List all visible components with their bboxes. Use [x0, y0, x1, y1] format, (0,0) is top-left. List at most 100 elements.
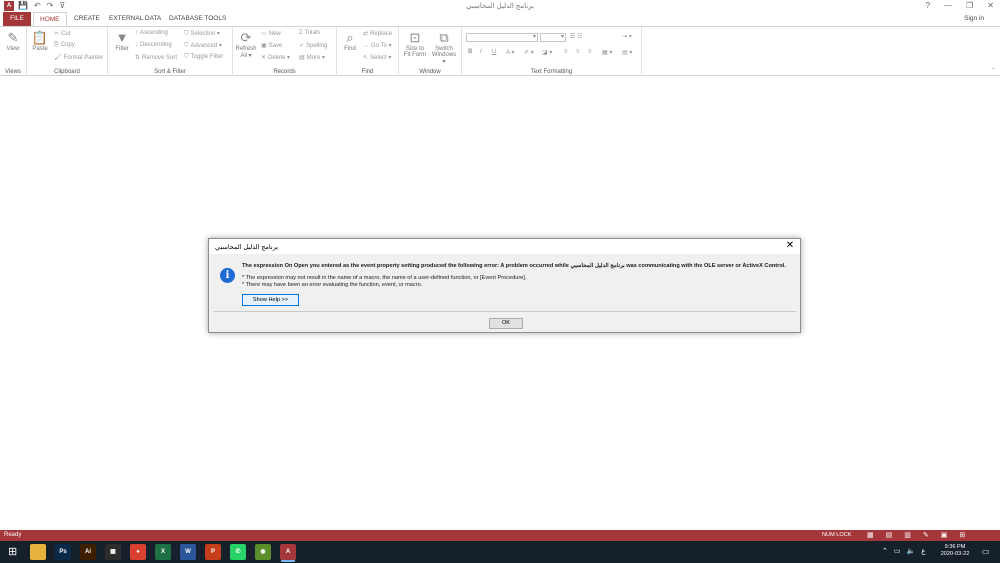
clock-time: 9:36 PM: [944, 544, 966, 550]
taskbar-chrome-icon[interactable]: ●: [130, 544, 146, 560]
size-to-fit-button[interactable]: ⊡ Size to Fit Form: [402, 30, 428, 58]
ascending-button[interactable]: ↑ Ascending: [135, 30, 168, 36]
refresh-icon: ⟳: [240, 30, 252, 45]
selection-button[interactable]: ⛉ Selection ▾: [184, 30, 220, 38]
remove-sort-button[interactable]: ⇅ Remove Sort: [135, 54, 177, 61]
italic-button[interactable]: I: [480, 49, 482, 55]
font-color-icon[interactable]: A ▾: [506, 49, 514, 56]
group-label-text-formatting: Text Formatting: [530, 69, 573, 75]
help-icon[interactable]: ?: [926, 1, 930, 11]
clock[interactable]: 9:36 PM 2020-03-22: [938, 544, 972, 558]
show-help-button[interactable]: Show Help >>: [242, 294, 299, 306]
toggle-filter-button[interactable]: ⛉ Toggle Filter: [184, 54, 223, 61]
delete-record-button[interactable]: ✕ Delete ▾: [261, 54, 290, 61]
underline-button[interactable]: U: [492, 49, 496, 55]
dialog-close-icon[interactable]: ✕: [785, 240, 795, 252]
taskbar-powerpoint-icon[interactable]: P: [205, 544, 221, 560]
ribbon-tabs: FILE HOME CREATE EXTERNAL DATA DATABASE …: [0, 12, 1000, 27]
filter-label: Filter: [115, 46, 129, 52]
windows-start-icon[interactable]: ⊞: [8, 546, 17, 558]
delete-icon: ✕: [261, 55, 267, 61]
taskbar-file-explorer-icon[interactable]: [30, 544, 46, 560]
save-label: Save: [268, 43, 283, 49]
layout-view-icon[interactable]: ▥: [904, 531, 911, 539]
view-button[interactable]: ✎ View: [2, 30, 24, 52]
remove-sort-label: Remove Sort: [142, 55, 178, 61]
align-left-icon[interactable]: ≡: [564, 49, 568, 55]
close-icon[interactable]: ✕: [987, 1, 994, 11]
ok-button[interactable]: OK: [489, 318, 523, 329]
tab-external-data[interactable]: EXTERNAL DATA: [103, 12, 167, 26]
new-record-button[interactable]: ▭ New: [261, 30, 281, 37]
notification-icon[interactable]: ▭: [982, 547, 990, 556]
tab-file[interactable]: FILE: [3, 12, 31, 26]
volume-icon[interactable]: 🔈: [907, 547, 916, 555]
alternate-row-color-icon[interactable]: ▤ ▾: [622, 49, 632, 56]
font-name-combo[interactable]: [466, 33, 538, 42]
restore-icon[interactable]: ❐: [966, 1, 973, 11]
taskbar-access-icon[interactable]: A: [280, 544, 296, 560]
more-button[interactable]: ▤ More ▾: [299, 54, 325, 61]
font-size-combo[interactable]: [540, 33, 566, 42]
dialog-message: The expression On Open you entered as th…: [242, 263, 786, 269]
paste-label: Paste: [32, 46, 48, 52]
form-view-icon[interactable]: ▦: [867, 531, 874, 539]
find-button[interactable]: ⌕ Find: [339, 30, 361, 52]
sql-view-icon[interactable]: ▣: [941, 531, 948, 539]
tab-database-tools[interactable]: DATABASE TOOLS: [163, 12, 232, 26]
language-indicator[interactable]: ع: [921, 547, 925, 555]
goto-label: Go To: [371, 43, 387, 49]
taskbar-apps: Ps Ai ▦ ● X W P ✆ ◉ A: [30, 544, 296, 560]
advanced-button[interactable]: ⛉ Advanced ▾: [184, 42, 222, 50]
sort-ascending-icon: ↑: [135, 30, 138, 36]
cut-button[interactable]: ✂ Cut: [54, 30, 70, 37]
collapse-ribbon-icon[interactable]: ⌃: [991, 67, 996, 74]
replace-icon: ⇄: [363, 31, 369, 37]
taskbar: ⊞ Ps Ai ▦ ● X W P ✆ ◉ A ⌃ ▭ 🔈 ع 9:36 PM 2020-03-2…: [0, 541, 1000, 563]
bold-button[interactable]: B: [468, 49, 472, 55]
descending-button[interactable]: ↓ Descending: [135, 42, 172, 48]
taskbar-word-icon[interactable]: W: [180, 544, 196, 560]
goto-button[interactable]: → Go To ▾: [363, 42, 392, 49]
datasheet-view-icon[interactable]: ▤: [886, 531, 893, 539]
clock-date: 2020-03-22: [940, 551, 970, 557]
paragraph-direction-icon[interactable]: ⇥ ▾: [622, 33, 632, 40]
chat-icon[interactable]: ▭: [894, 547, 901, 555]
highlight-icon[interactable]: ✐ ▾: [524, 49, 534, 56]
sigma-icon: Σ: [299, 30, 303, 36]
taskbar-illustrator-icon[interactable]: Ai: [80, 544, 96, 560]
select-button[interactable]: ↖ Select ▾: [363, 54, 391, 61]
print-view-icon[interactable]: ⊞: [959, 531, 965, 539]
minimize-icon[interactable]: —: [944, 1, 952, 11]
dialog-title-bar: برنامج الدليل المحاسبي ✕: [209, 239, 800, 254]
format-painter-button[interactable]: 🖌 Format Painter: [54, 54, 103, 61]
tab-create[interactable]: CREATE: [68, 12, 106, 26]
chevron-up-icon[interactable]: ⌃: [882, 547, 888, 555]
filter-button[interactable]: ▼ Filter: [111, 30, 133, 52]
save-record-button[interactable]: ▣ Save: [261, 42, 282, 49]
align-center-icon[interactable]: ≡: [576, 49, 580, 55]
dialog-bullet-2: * There may have been an error evaluatin…: [242, 282, 423, 288]
totals-button[interactable]: Σ Totals: [299, 30, 320, 36]
sign-in-link[interactable]: Sign in: [964, 15, 984, 22]
group-label-sort-filter: Sort & Filter: [154, 69, 186, 75]
design-view-icon[interactable]: ✎: [923, 531, 929, 539]
taskbar-calculator-icon[interactable]: ▦: [105, 544, 121, 560]
align-right-icon[interactable]: ≡: [588, 49, 592, 55]
replace-button[interactable]: ⇄ Replace: [363, 30, 392, 37]
fill-color-icon[interactable]: ◪ ▾: [542, 49, 552, 56]
list-icons: ☰ ☷: [570, 33, 582, 40]
taskbar-app-green-icon[interactable]: ◉: [255, 544, 271, 560]
numbering-icon[interactable]: ☷: [577, 34, 582, 40]
taskbar-excel-icon[interactable]: X: [155, 544, 171, 560]
gridlines-icon[interactable]: ▦ ▾: [602, 49, 612, 56]
taskbar-photoshop-icon[interactable]: Ps: [55, 544, 71, 560]
paste-button[interactable]: 📋 Paste: [29, 30, 51, 52]
refresh-all-button[interactable]: ⟳ Refresh All ▾: [235, 30, 257, 59]
bullets-icon[interactable]: ☰: [570, 34, 575, 40]
taskbar-whatsapp-icon[interactable]: ✆: [230, 544, 246, 560]
switch-windows-button[interactable]: ⧉ Switch Windows ▾: [430, 30, 458, 65]
tab-home[interactable]: HOME: [33, 12, 67, 27]
spelling-button[interactable]: ✓ Spelling: [299, 42, 327, 49]
copy-button[interactable]: ⎘ Copy: [54, 42, 75, 49]
